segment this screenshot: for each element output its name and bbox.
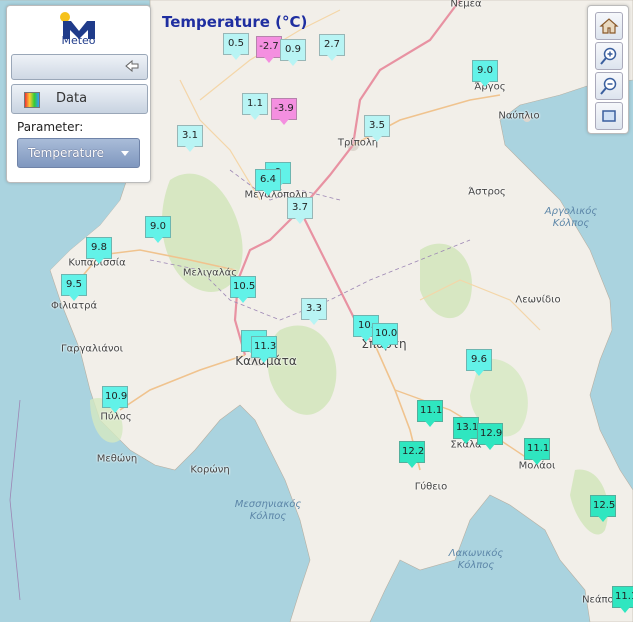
station-marker[interactable]: 13.1 — [453, 417, 479, 444]
chevron-down-icon — [121, 151, 129, 156]
map-toolbar — [587, 5, 629, 134]
logo-text: Meteo — [61, 34, 96, 47]
parameter-value: Temperature — [28, 146, 105, 160]
station-marker[interactable]: 9.0 — [472, 60, 498, 87]
place-label: Κορώνη — [190, 464, 230, 476]
station-marker[interactable]: 3.5 — [364, 115, 390, 142]
place-label: Φιλιατρά — [50, 300, 98, 312]
home-icon — [599, 18, 619, 34]
station-marker[interactable]: 3.3 — [301, 298, 327, 325]
zoom-extent-button[interactable] — [595, 102, 623, 130]
station-marker[interactable]: 12.2 — [399, 441, 425, 468]
place-label: Πύλος — [100, 411, 132, 423]
station-marker[interactable]: -3.9 — [271, 98, 297, 125]
place-label: Λεωνίδιο — [515, 294, 561, 306]
time-slider[interactable] — [11, 54, 148, 80]
place-label: Μεθώνη — [96, 453, 138, 465]
place-label: Γαργαλιάνοι — [60, 343, 124, 355]
station-marker[interactable]: 11.1 — [524, 438, 550, 465]
station-marker[interactable]: 2.7 — [319, 34, 345, 61]
place-label: Ναύπλιο — [498, 110, 540, 122]
place-label: Μελιγαλάς — [182, 267, 238, 279]
parameter-label: Parameter: — [17, 120, 84, 134]
station-marker[interactable]: 1.1 — [242, 93, 268, 120]
station-marker[interactable]: 0.5 — [223, 33, 249, 60]
sea-label: Λακωνικός Κόλπος — [448, 548, 504, 571]
place-label: Άστρος — [468, 186, 506, 198]
map-title: Temperature (°C) — [162, 13, 308, 31]
data-button[interactable]: Data — [11, 84, 148, 114]
station-marker[interactable]: 9.5 — [61, 274, 87, 301]
pointer-hand-icon[interactable] — [125, 59, 139, 73]
station-marker[interactable]: 10.0 — [372, 323, 398, 350]
station-marker[interactable]: -2.7 — [256, 36, 282, 63]
station-marker[interactable]: 11.1 — [417, 400, 443, 427]
place-label: Γύθειο — [414, 481, 448, 493]
place-label: Νεμέα — [450, 0, 482, 10]
station-marker[interactable]: 3.7 — [287, 197, 313, 224]
station-marker[interactable]: 9.8 — [86, 237, 112, 264]
station-marker[interactable]: 0.9 — [280, 39, 306, 66]
station-marker[interactable]: 9.6 — [466, 349, 492, 376]
station-marker[interactable]: 11.1 — [612, 586, 633, 613]
home-button[interactable] — [595, 12, 623, 40]
station-marker[interactable]: 10.5 — [230, 276, 256, 303]
extent-icon — [602, 110, 616, 122]
station-marker[interactable]: 9.0 — [145, 216, 171, 243]
zoom-out-icon — [600, 77, 617, 95]
parameter-select[interactable]: Temperature — [17, 138, 140, 168]
station-marker[interactable]: 3.1 — [177, 125, 203, 152]
zoom-in-icon — [600, 47, 617, 65]
color-scale-icon — [24, 92, 40, 108]
station-marker[interactable]: 12.5 — [590, 495, 616, 522]
station-marker[interactable]: 10.9 — [102, 386, 128, 413]
sea-label: Μεσσηνιακός Κόλπος — [234, 499, 302, 522]
sea-label: Αργολικός Κόλπος — [544, 206, 598, 229]
station-marker[interactable]: 6.4 — [255, 169, 281, 196]
zoom-in-button[interactable] — [595, 42, 623, 70]
station-marker[interactable]: 11.3 — [251, 336, 277, 363]
zoom-out-button[interactable] — [595, 72, 623, 100]
control-panel: Meteo Data Parameter: Temperature — [6, 5, 151, 183]
station-marker[interactable]: 12.9 — [477, 423, 503, 450]
data-button-label: Data — [56, 91, 88, 106]
